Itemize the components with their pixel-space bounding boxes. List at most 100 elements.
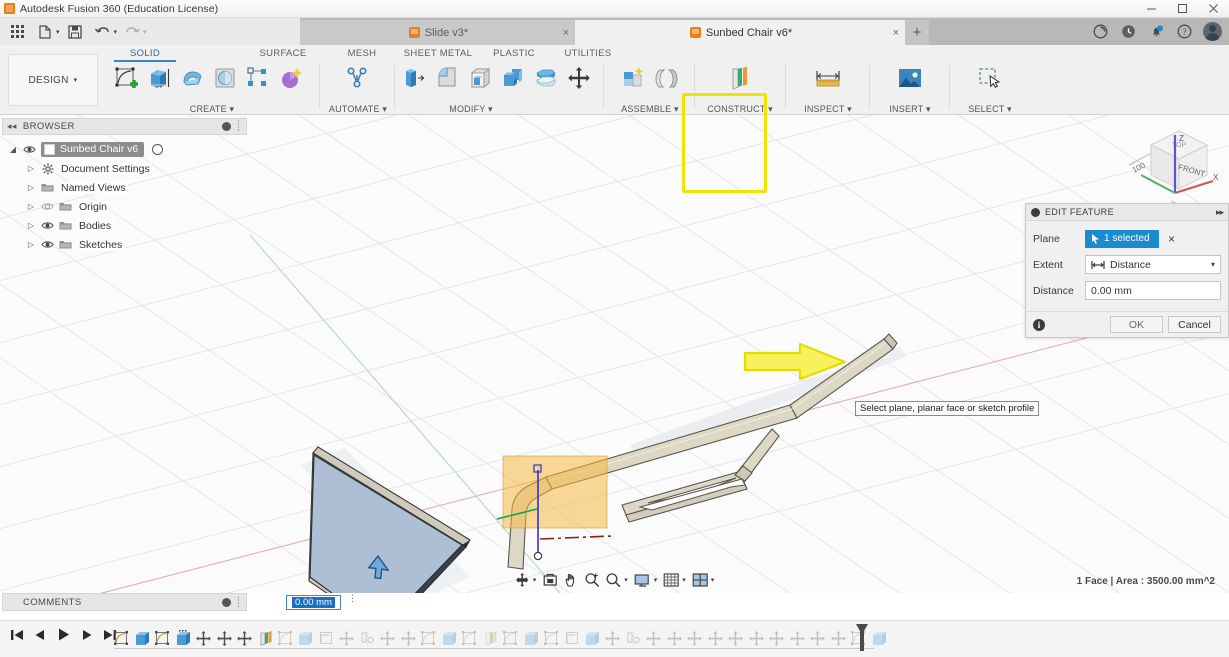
timeline-marker[interactable]	[855, 624, 869, 651]
close-icon[interactable]: ×	[893, 27, 899, 39]
automate-icon[interactable]	[343, 64, 373, 94]
select-window-icon[interactable]	[975, 64, 1005, 94]
measure-icon[interactable]	[813, 64, 843, 94]
pattern-icon[interactable]	[244, 64, 274, 94]
job-status-icon[interactable]	[1087, 19, 1113, 45]
chevron-down-icon[interactable]: ▾	[682, 576, 689, 584]
go-to-beginning-icon[interactable]	[10, 628, 24, 647]
move-feature[interactable]	[378, 627, 397, 649]
press-pull-icon[interactable]	[400, 64, 430, 94]
panel-resize-handle[interactable]: ┊	[236, 597, 242, 608]
sketch-feature[interactable]	[419, 627, 438, 649]
dimension-options-icon[interactable]: ⋮	[348, 594, 357, 603]
close-button[interactable]	[1198, 0, 1229, 18]
offset-plane-icon[interactable]	[725, 64, 755, 94]
help-icon[interactable]: ?	[1171, 19, 1197, 45]
recent-history-icon[interactable]	[1115, 19, 1141, 45]
grid-snaps-icon[interactable]	[661, 569, 681, 591]
undo-icon[interactable]	[90, 19, 116, 45]
save-icon[interactable]	[62, 19, 88, 45]
app-grid-icon[interactable]	[4, 19, 30, 45]
panel-modify-label[interactable]: MODIFY ▾	[342, 104, 600, 115]
collapse-panel-icon[interactable]: ◂◂	[7, 121, 17, 132]
move-feature[interactable]	[828, 627, 847, 649]
move-feature[interactable]	[235, 627, 254, 649]
extrude-feature[interactable]	[440, 627, 459, 649]
visibility-eye-icon[interactable]	[23, 143, 36, 156]
tree-item-sketches[interactable]: ▷ Sketches	[2, 235, 247, 254]
create-sketch-icon[interactable]	[112, 64, 142, 94]
move-feature[interactable]	[603, 627, 622, 649]
tree-item-sunbed-chair[interactable]: ◢ Sunbed Chair v6	[2, 140, 247, 159]
panel-create-label[interactable]: CREATE ▾	[112, 104, 312, 115]
tree-item-named-views[interactable]: ▷ Named Views	[2, 178, 247, 197]
user-avatar[interactable]	[1199, 19, 1225, 45]
move-feature[interactable]	[685, 627, 704, 649]
expander-icon[interactable]: ▷	[26, 164, 36, 173]
move-feature[interactable]	[706, 627, 725, 649]
tree-item-bodies[interactable]: ▷ Bodies	[2, 216, 247, 235]
mirror-feature[interactable]	[358, 627, 377, 649]
sketch-feature[interactable]	[276, 627, 295, 649]
combine-icon[interactable]	[499, 64, 529, 94]
chevron-down-icon[interactable]: ▾	[1211, 260, 1215, 269]
viewports-icon[interactable]	[690, 569, 710, 591]
panel-insert-label[interactable]: INSERT ▾	[876, 104, 944, 115]
clear-selection-icon[interactable]: ×	[1168, 232, 1175, 246]
tab-sheet-metal[interactable]: SHEET METAL	[399, 48, 477, 59]
move-feature[interactable]	[726, 627, 745, 649]
edit-feature-dialog[interactable]: EDIT FEATURE ▸▸ Plane 1 selected × Exten…	[1025, 203, 1229, 338]
step-back-icon[interactable]	[33, 628, 47, 647]
minimize-button[interactable]	[1136, 0, 1167, 18]
view-cube[interactable]: TOP FRONT Z X 100	[1128, 125, 1219, 211]
new-component-icon[interactable]	[619, 64, 649, 94]
sketch-feature[interactable]	[501, 627, 520, 649]
visibility-eye-icon[interactable]	[41, 219, 54, 232]
extrude-feature[interactable]	[296, 627, 315, 649]
maximize-button[interactable]	[1167, 0, 1198, 18]
extrude-feature[interactable]	[583, 627, 602, 649]
cancel-button[interactable]: Cancel	[1168, 316, 1221, 333]
sketch-feature[interactable]	[317, 627, 336, 649]
move-feature[interactable]	[214, 627, 233, 649]
move-feature[interactable]	[665, 627, 684, 649]
split-body-icon[interactable]	[532, 64, 562, 94]
step-forward-icon[interactable]	[80, 628, 94, 647]
panel-resize-handle[interactable]: ┊	[236, 121, 242, 132]
insert-image-icon[interactable]	[895, 64, 925, 94]
move-copy-icon[interactable]	[565, 64, 595, 94]
document-tab-slide[interactable]: Slide v3* ×	[300, 20, 575, 45]
plane-feature[interactable]	[480, 627, 499, 649]
visibility-eye-icon[interactable]	[41, 238, 54, 251]
extrude-feature[interactable]	[521, 627, 540, 649]
file-menu-caret[interactable]: ▾	[56, 28, 60, 36]
chevron-down-icon[interactable]: ▾	[533, 576, 540, 584]
shell-icon[interactable]	[466, 64, 496, 94]
extrude-icon[interactable]	[145, 64, 175, 94]
distance-input[interactable]: 0.00 mm	[1085, 281, 1221, 300]
move-feature[interactable]	[644, 627, 663, 649]
display-settings-icon[interactable]	[632, 569, 653, 591]
plane-selection-button[interactable]: 1 selected	[1085, 229, 1159, 248]
form-icon[interactable]	[277, 64, 307, 94]
panel-assemble-label[interactable]: ASSEMBLE ▾	[610, 104, 690, 115]
undo-caret[interactable]: ▾	[114, 28, 118, 36]
tab-mesh[interactable]: MESH	[342, 48, 382, 59]
activate-component-radio[interactable]	[152, 144, 164, 155]
tab-utilities[interactable]: UTILITIES	[559, 48, 617, 59]
expander-icon[interactable]: ▷	[26, 183, 36, 192]
new-tab-button[interactable]: +	[905, 20, 929, 45]
tab-solid[interactable]: SOLID	[114, 48, 176, 62]
expander-icon[interactable]: ◢	[8, 145, 18, 154]
move-feature[interactable]	[337, 627, 356, 649]
expander-icon[interactable]: ▷	[26, 221, 36, 230]
play-icon[interactable]	[56, 627, 71, 647]
expander-icon[interactable]: ▷	[26, 240, 36, 249]
visibility-eye-icon[interactable]	[41, 200, 54, 213]
fillet-icon[interactable]	[433, 64, 463, 94]
sketch-feature[interactable]	[562, 627, 581, 649]
redo-caret[interactable]: ▾	[143, 28, 147, 36]
redo-icon[interactable]	[119, 19, 145, 45]
document-tab-sunbed-chair[interactable]: Sunbed Chair v6* ×	[575, 20, 905, 45]
expander-icon[interactable]: ▷	[26, 202, 36, 211]
